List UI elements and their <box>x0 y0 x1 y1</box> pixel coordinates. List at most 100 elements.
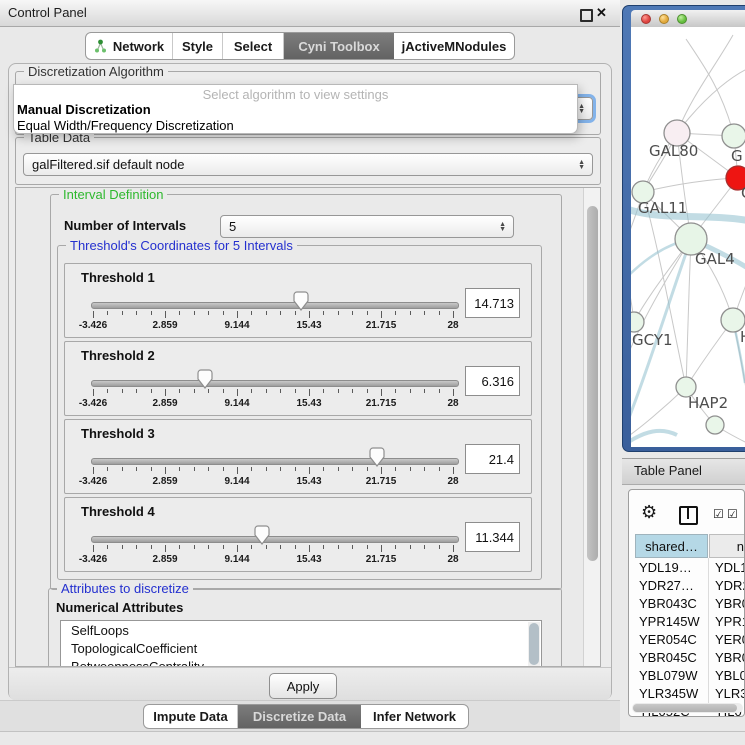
algorithm-option[interactable]: Manual Discretization <box>17 102 151 117</box>
bottom-tab-strip: Impute DataDiscretize DataInfer Network <box>0 700 620 732</box>
algorithm-option[interactable]: Equal Width/Frequency Discretization <box>17 118 234 133</box>
number-of-intervals-value: 5 <box>229 219 236 234</box>
table-cell[interactable]: YDR2 <box>715 578 745 593</box>
tab-cyni-toolbox[interactable]: Cyni Toolbox <box>284 33 394 59</box>
slider-tick <box>295 467 296 471</box>
vertical-scrollbar[interactable] <box>583 188 601 666</box>
slider-tick <box>122 467 123 471</box>
table-cell[interactable]: YDR27… <box>639 578 694 593</box>
slider-track[interactable] <box>91 458 459 465</box>
table-cell[interactable]: YPR145W <box>639 614 700 629</box>
axis-tick-label: 9.144 <box>207 554 267 565</box>
slider-tick <box>107 545 108 549</box>
column-header-1[interactable]: shared… <box>635 534 708 558</box>
checkbox-icon[interactable]: ☑ <box>727 507 738 521</box>
threshold-value-field[interactable]: 6.316 <box>465 366 520 396</box>
table-cell[interactable]: YBR045C <box>639 650 697 665</box>
algorithm-popup-placeholder: Select algorithm to view settings <box>14 87 577 102</box>
window-divider <box>0 731 745 732</box>
zoom-traffic-light-icon[interactable] <box>677 14 687 24</box>
scrollbar-thumb[interactable] <box>587 206 598 561</box>
table-cell[interactable]: YER0 <box>715 632 745 647</box>
close-traffic-light-icon[interactable] <box>641 14 651 24</box>
tab-style[interactable]: Style <box>173 33 223 59</box>
slider-tick <box>424 389 425 393</box>
table-cell[interactable]: YBL0 <box>715 668 745 683</box>
node-table: ⚙ ☑ ☑ shared…na YDL19… YDL1 YDR27… YDR2 YBR0… <box>628 489 745 717</box>
tab-discretize-data[interactable]: Discretize Data <box>238 705 361 728</box>
network-window-titlebar <box>631 10 745 28</box>
slider-thumb[interactable] <box>254 525 270 545</box>
scrollbar-thumb[interactable] <box>633 704 737 712</box>
slider-tick <box>266 389 267 393</box>
apply-button[interactable]: Apply <box>269 673 337 699</box>
gear-icon[interactable]: ⚙ <box>641 502 657 523</box>
slider-thumb[interactable] <box>197 369 213 389</box>
slider-tick <box>251 389 252 393</box>
table-cell[interactable]: YER054C <box>639 632 697 647</box>
slider-thumb[interactable] <box>369 447 385 467</box>
interval-definition-group-title: Interval Definition <box>59 187 167 202</box>
threshold-value-field[interactable]: 14.713 <box>465 288 520 318</box>
axis-tick-label: 2.859 <box>135 398 195 409</box>
slider-tick <box>410 545 411 549</box>
network-node-node-bottom[interactable] <box>706 416 724 434</box>
slider-tick <box>223 467 224 471</box>
column-header-2[interactable]: na <box>709 534 745 558</box>
slider-thumb[interactable] <box>293 291 309 311</box>
axis-tick-label: 21.715 <box>351 554 411 565</box>
split-columns-icon[interactable] <box>679 506 698 525</box>
table-cell[interactable]: YBR043C <box>639 596 697 611</box>
network-edge <box>677 35 733 133</box>
slider-tick <box>338 545 339 549</box>
cyni-toolbox-panel: Discretization Algorithm ▲▼ Table Data g… <box>8 63 612 700</box>
slider-track[interactable] <box>91 380 459 387</box>
tab-select[interactable]: Select <box>223 33 284 59</box>
attributes-group-title: Attributes to discretize <box>57 581 193 596</box>
number-of-intervals-combobox[interactable]: 5 ▲▼ <box>220 215 514 238</box>
network-node-node-top-right[interactable] <box>722 124 745 148</box>
table-cell[interactable]: YDL1 <box>715 560 745 575</box>
list-item[interactable]: BetweennessCentrality <box>61 657 541 667</box>
node-label: H <box>740 328 745 346</box>
table-cell[interactable]: YBR0 <box>715 650 745 665</box>
list-scrollbar[interactable] <box>528 622 540 667</box>
network-node-GCY1[interactable] <box>631 312 644 332</box>
slider-tick <box>410 467 411 471</box>
slider-tick <box>136 545 137 549</box>
tab-impute-data[interactable]: Impute Data <box>144 705 238 728</box>
tab-label: Network <box>113 39 164 54</box>
list-item[interactable]: SelfLoops <box>61 621 541 639</box>
table-cell[interactable]: YBL079W <box>639 668 698 683</box>
table-cell[interactable]: YBR0 <box>715 596 745 611</box>
table-cell[interactable]: YPR1 <box>715 614 745 629</box>
slider-track[interactable] <box>91 302 459 309</box>
minimize-traffic-light-icon[interactable] <box>659 14 669 24</box>
horizontal-scrollbar[interactable] <box>632 703 743 713</box>
tab-infer-network[interactable]: Infer Network <box>361 705 468 728</box>
slider-track[interactable] <box>91 536 459 543</box>
numerical-attributes-list[interactable]: SelfLoopsTopologicalCoefficientBetweenne… <box>60 620 542 667</box>
table-cell[interactable]: YLR3 <box>715 686 745 701</box>
checkbox-icon[interactable]: ☑ <box>713 507 724 521</box>
float-window-icon[interactable] <box>580 9 593 22</box>
table-cell[interactable]: YDL19… <box>639 560 692 575</box>
table-data-combobox[interactable]: galFiltered.sif default node ▲▼ <box>23 153 593 176</box>
close-icon[interactable]: ✕ <box>596 5 607 21</box>
slider-tick <box>208 311 209 315</box>
threshold-value-field[interactable]: 11.344 <box>465 522 520 552</box>
slider-tick <box>280 389 281 393</box>
slider-tick <box>323 311 324 315</box>
network-canvas[interactable]: GAL80GCGAL11GAL4GCY1HHAP2 <box>631 27 745 447</box>
tab-network[interactable]: Network <box>86 33 173 59</box>
slider-tick <box>179 467 180 471</box>
network-edge <box>686 39 734 136</box>
slider-tick <box>165 467 166 474</box>
tab-jactivemnodules[interactable]: jActiveMNodules <box>394 33 514 59</box>
list-item[interactable]: TopologicalCoefficient <box>61 639 541 657</box>
table-cell[interactable]: YLR345W <box>639 686 698 701</box>
slider-tick <box>381 467 382 474</box>
threshold-value-field[interactable]: 21.4 <box>465 444 520 474</box>
axis-tick-label: 21.715 <box>351 476 411 487</box>
table-panel-bar: Table Panel <box>622 458 745 485</box>
